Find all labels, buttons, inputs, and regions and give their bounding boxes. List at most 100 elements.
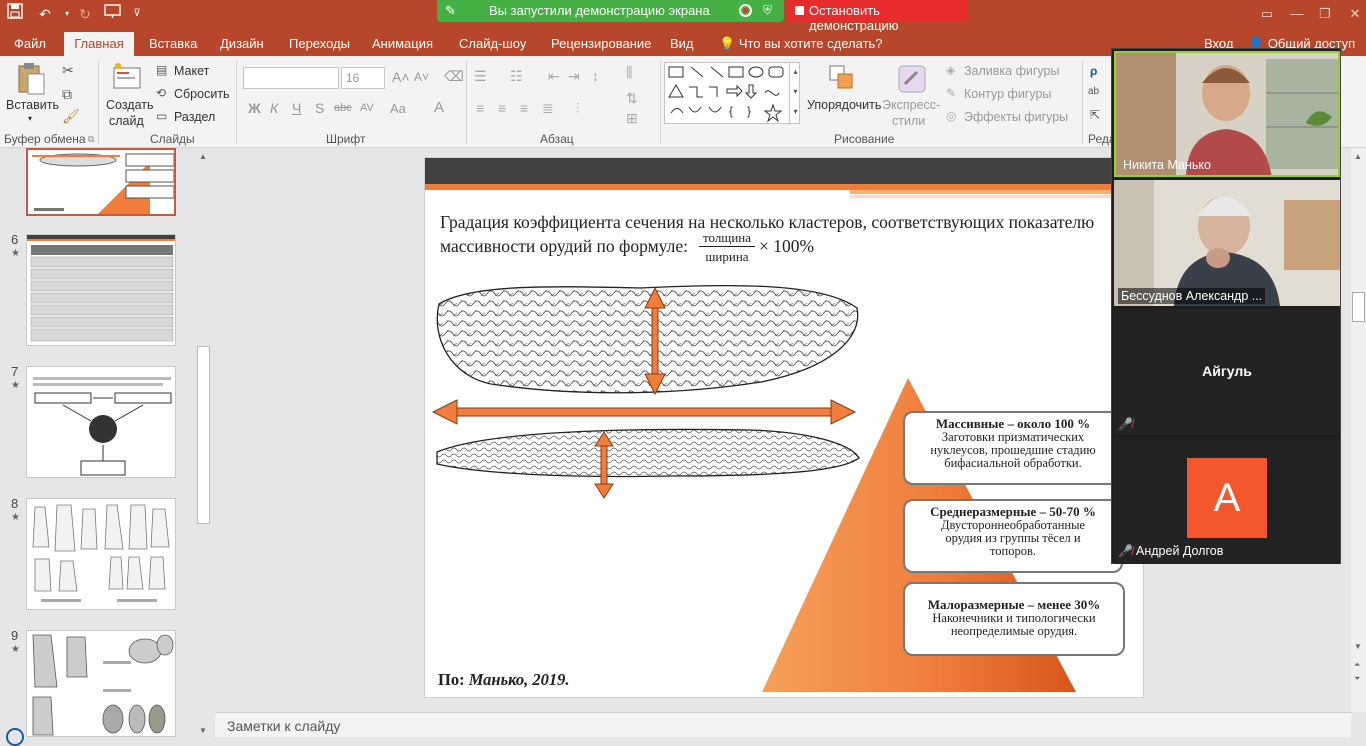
paste-label[interactable]: Вставить [6,98,59,112]
paste-icon[interactable] [16,62,46,96]
find-icon[interactable]: ρ [1090,64,1097,78]
stop-share-button[interactable]: Остановить демонстрацию [787,0,967,33]
shape-fill-button[interactable]: Заливка фигуры [964,64,1059,78]
slide-thumbnail-8[interactable] [26,498,176,610]
undo-icon[interactable]: ↶ [34,3,56,25]
next-slide-icon[interactable]: ⏷ [1354,674,1360,684]
align-right-icon[interactable]: ≡ [520,100,528,116]
justify-icon[interactable]: ≣ [542,100,554,117]
reset-button[interactable]: Сбросить [174,87,230,101]
current-slide[interactable]: Градация коэффициента сечения на несколь… [424,157,1144,698]
cluster-body-medium-2: орудия из группы тёсел и [945,531,1081,545]
quick-styles-label-1[interactable]: Экспресс- [882,98,940,112]
convert-smartart-icon[interactable]: ⊞ [626,110,638,127]
section-button[interactable]: Раздел [174,110,215,124]
increase-font-icon[interactable]: A˄ [392,69,410,85]
tell-me-search[interactable]: 💡 Что вы хотите сделать? [719,32,883,56]
arrange-icon[interactable] [828,64,856,95]
tab-review[interactable]: Рецензирование [551,32,651,56]
slide-scrollbar[interactable]: ▲ ▼ ⏶ ⏷ [1351,148,1366,712]
tab-design[interactable]: Дизайн [220,32,264,56]
thumbnail-scrollbar[interactable]: ▲ ▼ [197,150,210,735]
slide-thumbnail-9[interactable] [26,630,176,737]
customize-quick-access-icon[interactable]: ⊽ [126,3,148,25]
tab-view[interactable]: Вид [670,32,694,56]
quick-styles-label-2[interactable]: стили [892,114,925,128]
tab-transitions[interactable]: Переходы [289,32,350,56]
new-slide-icon[interactable] [112,62,142,95]
animation-star-icon: ★ [11,644,20,655]
ribbon-divider [98,60,99,144]
new-slide-label-2[interactable]: слайд [109,114,144,128]
bold-button[interactable]: Ж [248,100,261,116]
replace-icon[interactable]: ab [1088,86,1099,97]
participant-tile-4[interactable]: А 🎤̸ Андрей Долгов [1114,438,1340,564]
restore-icon[interactable]: ❐ [1310,3,1340,25]
font-size-input[interactable]: 16 [341,67,385,89]
participant-tile-1[interactable]: Никита Манько [1114,51,1340,177]
strikethrough-button[interactable]: abc [334,102,352,114]
cluster-body-massive-2: нуклеусов, прошедшие стадию [930,443,1096,457]
character-spacing-button[interactable]: AV [360,102,374,114]
line-spacing-icon[interactable]: ↕ [592,68,599,84]
decrease-font-icon[interactable]: A˅ [414,70,429,84]
layout-button[interactable]: Макет [174,64,209,78]
slide-scrollbar-thumb[interactable] [1352,292,1365,322]
arrange-label[interactable]: Упорядочить [807,98,881,112]
align-center-icon[interactable]: ≡ [498,100,506,116]
cluster-body-massive-3: бифасиальной обработки. [944,456,1082,470]
present-from-start-icon[interactable] [102,3,124,25]
slide-thumbnail-6[interactable] [26,234,176,346]
font-color-button[interactable]: A [434,99,444,116]
numbering-icon[interactable]: ☷ [510,68,523,85]
quick-styles-icon[interactable] [897,64,927,97]
minimize-icon[interactable]: — [1282,3,1312,25]
copy-icon[interactable]: ⧉ [62,86,72,103]
redo-icon[interactable]: ↻ [74,3,96,25]
slide-notes-bar[interactable]: Заметки к слайду [215,712,1351,737]
increase-indent-icon[interactable]: ⇥ [568,68,580,85]
format-painter-icon[interactable]: 🖌 [62,108,80,125]
change-case-button[interactable]: Aa [390,101,406,116]
shape-outline-button[interactable]: Контур фигуры [964,87,1051,101]
participant-tile-2[interactable]: Бессуднов Александр ... [1114,180,1340,306]
shape-effects-button[interactable]: Эффекты фигуры [964,110,1068,124]
tab-slideshow[interactable]: Слайд-шоу [459,32,526,56]
participant-tile-3[interactable]: Айгуль 🎤̸ [1114,309,1340,435]
font-name-input[interactable] [243,67,339,89]
clear-formatting-icon[interactable]: ⌫ [444,68,464,85]
ribbon-display-options-icon[interactable]: ▭ [1252,3,1282,25]
cut-icon[interactable]: ✂ [62,62,74,79]
scroll-up-icon[interactable]: ▲ [199,152,207,161]
tab-animations[interactable]: Анимация [372,32,433,56]
scroll-up-icon[interactable]: ▲ [1354,152,1362,161]
paragraph-columns-icon[interactable]: ⫶ [576,100,580,117]
select-icon[interactable]: ⇱ [1090,108,1100,122]
text-shadow-button[interactable]: S [315,100,324,116]
save-icon[interactable] [4,3,26,25]
new-slide-label-1[interactable]: Создать [106,98,154,112]
thumbnail-scrollbar-thumb[interactable] [197,346,210,524]
paste-dropdown-icon[interactable]: ▾ [28,114,32,123]
participant-name-4: Андрей Долгов [1136,544,1224,558]
scroll-down-icon[interactable]: ▼ [1354,642,1362,651]
bullets-icon[interactable]: ☰ [474,68,487,85]
underline-button[interactable]: Ч [292,100,301,116]
text-direction-icon[interactable]: ⇅ [626,90,638,107]
record-icon[interactable] [739,4,752,17]
slide-thumbnail-7[interactable] [26,366,176,478]
clipboard-launcher-icon[interactable]: ⧉ [88,134,94,145]
scroll-down-icon[interactable]: ▼ [199,726,207,735]
tab-insert[interactable]: Вставка [149,32,197,56]
italic-button[interactable]: К [270,100,278,116]
previous-slide-icon[interactable]: ⏶ [1354,660,1360,670]
columns-icon[interactable]: ⫼ [626,64,632,81]
tab-home[interactable]: Главная [64,32,134,56]
slide-thumbnail-current[interactable] [26,148,176,216]
shapes-gallery-scroll[interactable]: ▴ ▾ ▾ [789,62,801,124]
align-left-icon[interactable]: ≡ [476,100,484,116]
tab-file[interactable]: Файл [14,32,46,56]
decrease-indent-icon[interactable]: ⇤ [548,68,560,85]
close-icon[interactable]: ✕ [1340,3,1366,25]
shapes-gallery[interactable]: {} [664,62,800,124]
